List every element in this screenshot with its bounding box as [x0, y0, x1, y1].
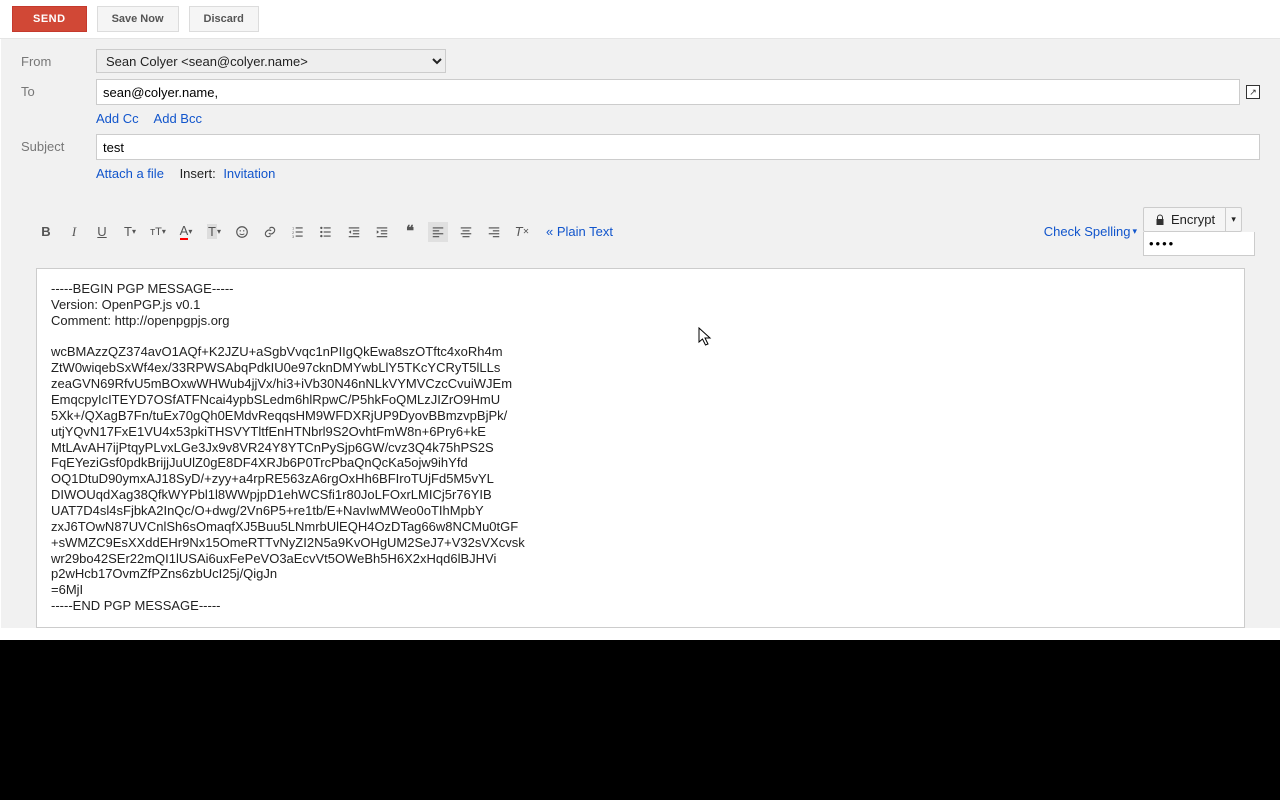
align-center-icon[interactable] — [456, 222, 476, 242]
insert-label: Insert: — [180, 166, 216, 181]
numbered-list-icon[interactable]: 123 — [288, 222, 308, 242]
attach-insert-row: Attach a file Insert: Invitation — [96, 166, 1260, 181]
italic-icon[interactable]: I — [64, 222, 84, 242]
add-cc-link[interactable]: Add Cc — [96, 111, 139, 126]
from-select[interactable]: Sean Colyer <sean@colyer.name> — [96, 49, 446, 73]
message-body-editor[interactable]: -----BEGIN PGP MESSAGE----- Version: Ope… — [36, 268, 1245, 628]
align-right-icon[interactable] — [484, 222, 504, 242]
font-family-icon[interactable]: T▾ — [120, 222, 140, 242]
emoji-icon[interactable] — [232, 222, 252, 242]
subject-label: Subject — [21, 134, 96, 154]
attach-file-link[interactable]: Attach a file — [96, 166, 164, 181]
subject-input[interactable] — [96, 134, 1260, 160]
svg-text:2: 2 — [292, 230, 294, 234]
bold-icon[interactable]: B — [36, 222, 56, 242]
add-bcc-link[interactable]: Add Bcc — [154, 111, 202, 126]
check-spelling-link[interactable]: Check Spelling▾ — [1044, 224, 1137, 239]
highlight-icon[interactable]: T▾ — [204, 222, 224, 242]
svg-text:1: 1 — [292, 226, 294, 230]
quote-icon[interactable]: ❝ — [400, 222, 420, 242]
text-color-icon[interactable]: A▾ — [176, 222, 196, 242]
to-label: To — [21, 79, 96, 99]
save-now-button[interactable]: Save Now — [97, 6, 179, 32]
compose-area: From Sean Colyer <sean@colyer.name> To ↗… — [0, 39, 1280, 628]
plain-text-link[interactable]: « Plain Text — [546, 224, 613, 239]
formatting-toolbar: B I U T▾ ᴛT▾ A▾ T▾ 123 ❝ T✕ « Plain Text… — [36, 189, 1255, 262]
encrypt-password-input[interactable] — [1143, 232, 1255, 256]
encrypt-dropdown-caret[interactable]: ▾ — [1226, 207, 1242, 232]
lock-icon — [1154, 214, 1166, 226]
send-button[interactable]: SEND — [12, 6, 87, 32]
discard-button[interactable]: Discard — [189, 6, 259, 32]
link-icon[interactable] — [260, 222, 280, 242]
font-size-icon[interactable]: ᴛT▾ — [148, 222, 168, 242]
to-input[interactable] — [96, 79, 1240, 105]
cc-bcc-row: Add Cc Add Bcc — [96, 111, 1260, 126]
from-label: From — [21, 49, 96, 69]
indent-less-icon[interactable] — [344, 222, 364, 242]
top-action-bar: SEND Save Now Discard — [0, 0, 1280, 39]
indent-more-icon[interactable] — [372, 222, 392, 242]
insert-invitation-link[interactable]: Invitation — [223, 166, 275, 181]
encrypt-button[interactable]: Encrypt — [1143, 207, 1226, 232]
bullet-list-icon[interactable] — [316, 222, 336, 242]
svg-text:3: 3 — [292, 234, 294, 238]
expand-recipients-icon[interactable]: ↗ — [1246, 85, 1260, 99]
align-left-icon[interactable] — [428, 222, 448, 242]
remove-format-icon[interactable]: T✕ — [512, 222, 532, 242]
underline-icon[interactable]: U — [92, 222, 112, 242]
bottom-black-bar — [0, 640, 1280, 800]
